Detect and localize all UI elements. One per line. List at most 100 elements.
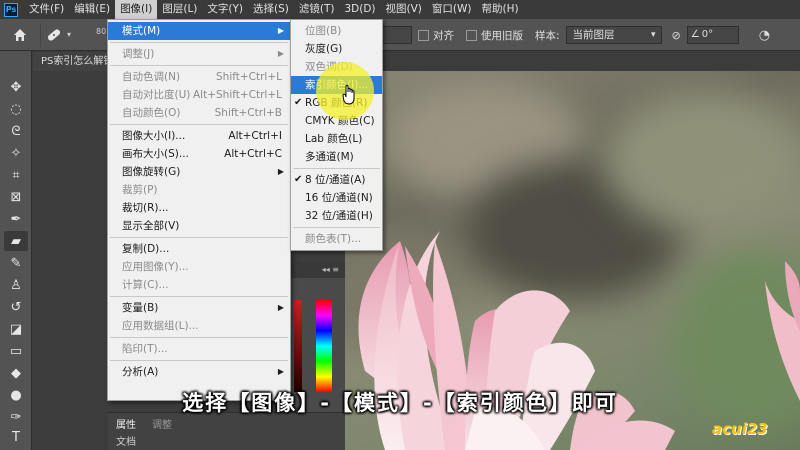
image-menu-item[interactable]: 画布大小(S)... Alt+Ctrl+C	[108, 145, 290, 163]
image-menu-item[interactable]: 复制(D)...	[108, 240, 290, 258]
lasso-tool-icon[interactable]: ᘓ	[4, 121, 28, 141]
menu-item-label: 复制(D)...	[122, 243, 170, 255]
frame-tool-icon[interactable]: ⊠	[4, 187, 28, 207]
image-menu-item: 计算(C)...	[108, 276, 290, 294]
menu-item-label: 32 位/通道(H)	[305, 210, 373, 222]
hue-slider[interactable]	[316, 300, 332, 392]
menu-window[interactable]: 窗口(W)	[427, 0, 477, 19]
menu-item-label: 变量(B)	[122, 302, 159, 314]
menu-item-label: 自动对比度(U)	[122, 89, 191, 101]
menu-type[interactable]: 文字(Y)	[202, 0, 248, 19]
type-tool-icon[interactable]: T	[4, 427, 28, 447]
history-brush-icon[interactable]: ↺	[4, 297, 28, 317]
sample-value: 当前图层	[572, 29, 615, 41]
menu-select[interactable]: 选择(S)	[248, 0, 294, 19]
mode-menu-item[interactable]: 灰度(G)	[291, 40, 382, 58]
image-menu-item[interactable]: 图像旋转(G) ▶	[108, 163, 290, 181]
watermark-logo: acui23	[712, 420, 768, 438]
menu-item-shortcut: Alt+Ctrl+I	[228, 130, 282, 142]
mode-menu-item[interactable]: ✔ 8 位/通道(A)	[291, 171, 382, 189]
chevron-down-icon: ▾	[67, 30, 72, 39]
menu-item-label: 显示全部(V)	[122, 220, 180, 232]
menu-separator	[110, 65, 288, 66]
menu-item-label: 画布大小(S)...	[122, 148, 189, 160]
menu-3d[interactable]: 3D(D)	[339, 0, 380, 19]
menu-separator	[110, 124, 288, 125]
menu-item-label: 图像大小(I)...	[122, 130, 186, 142]
image-menu-item[interactable]: 分析(A) ▶	[108, 363, 290, 381]
color-field[interactable]	[294, 300, 302, 392]
menu-item-label: 16 位/通道(N)	[305, 192, 373, 204]
tab-adjustments[interactable]: 调整	[144, 416, 180, 431]
align-label: 对齐	[433, 29, 454, 42]
menu-item-label: 8 位/通道(A)	[305, 174, 366, 186]
mode-menu-item: 颜色表(T)...	[291, 230, 382, 248]
align-checkbox[interactable]: 对齐	[418, 28, 454, 43]
menu-item-label: 模式(M)	[122, 25, 161, 37]
tools-panel: ✥ ◌ ᘓ ✧ ⌗ ⊠ ✒ ▰ ✎ ♙ ↺ ◪ ▭ ◆ ● ✑ T	[0, 51, 32, 450]
menu-edit[interactable]: 编辑(E)	[69, 0, 115, 19]
image-menu-item: 自动色调(N) Shift+Ctrl+L	[108, 68, 290, 86]
home-icon[interactable]	[6, 21, 34, 49]
gradient-tool-icon[interactable]: ▭	[4, 341, 28, 361]
legacy-checkbox[interactable]: 使用旧版	[466, 28, 523, 43]
mode-menu-item[interactable]: 32 位/通道(H)	[291, 207, 382, 225]
menu-item-label: 自动颜色(O)	[122, 107, 181, 119]
image-menu-item[interactable]: 图像大小(I)... Alt+Ctrl+I	[108, 127, 290, 145]
eyedropper-tool-icon[interactable]: ✒	[4, 209, 28, 229]
mode-menu-item[interactable]: Lab 颜色(L)	[291, 130, 382, 148]
image-menu-item[interactable]: 变量(B) ▶	[108, 299, 290, 317]
menu-help[interactable]: 帮助(H)	[477, 0, 524, 19]
marquee-tool-icon[interactable]: ◌	[4, 99, 28, 119]
menu-separator	[110, 42, 288, 43]
pressure-icon[interactable]: ◔	[759, 28, 770, 43]
tool-preset-picker[interactable]: ▾	[40, 22, 74, 47]
move-tool-icon[interactable]: ✥	[4, 77, 28, 97]
angle-icon: ∠	[690, 29, 700, 40]
crop-tool-icon[interactable]: ⌗	[4, 165, 28, 185]
properties-panel: 属性 调整 文档	[108, 412, 345, 450]
menu-filter[interactable]: 滤镜(T)	[294, 0, 340, 19]
submenu-arrow-icon: ▶	[277, 167, 284, 176]
healing-brush-tool-icon[interactable]: ▰	[4, 231, 28, 251]
sample-select[interactable]: 当前图层 ▾	[565, 26, 662, 44]
image-menu-item: 自动对比度(U) Alt+Shift+Ctrl+L	[108, 86, 290, 104]
mode-menu-item[interactable]: 16 位/通道(N)	[291, 189, 382, 207]
pen-tool-icon[interactable]: ✑	[4, 407, 28, 427]
magic-wand-icon[interactable]: ✧	[4, 143, 28, 163]
eraser-tool-icon[interactable]: ◪	[4, 319, 28, 339]
menu-separator	[110, 237, 288, 238]
menu-file[interactable]: 文件(F)	[24, 0, 69, 19]
menu-item-label: 灰度(G)	[305, 43, 343, 55]
menu-layer[interactable]: 图层(L)	[157, 0, 202, 19]
image-menu-item: 调整(J) ▶	[108, 45, 290, 63]
mode-menu-item: 位图(B)	[291, 22, 382, 40]
menu-item-shortcut: Alt+Shift+Ctrl+L	[192, 89, 282, 101]
image-menu-item[interactable]: 显示全部(V)	[108, 217, 290, 235]
menu-view[interactable]: 视图(V)	[381, 0, 427, 19]
dodge-tool-icon[interactable]: ●	[4, 385, 28, 405]
menu-separator	[110, 360, 288, 361]
angle-value: 0°	[701, 29, 714, 40]
mode-menu-item[interactable]: 多通道(M)	[291, 148, 382, 166]
tutorial-subtitle: 选择【图像】-【模式】-【索引颜色】即可	[182, 391, 618, 415]
brush-tool-icon[interactable]: ✎	[4, 253, 28, 273]
tab-properties[interactable]: 属性	[108, 416, 144, 431]
clone-stamp-icon[interactable]: ♙	[4, 275, 28, 295]
submenu-arrow-icon: ▶	[277, 303, 284, 312]
mode-submenu: 位图(B)灰度(G)双色调(D)索引颜色(I)...✔RGB 颜色(R)CMYK…	[290, 19, 383, 251]
photoshop-logo-icon: Ps	[4, 2, 18, 17]
image-menu-item[interactable]: 裁切(R)...	[108, 199, 290, 217]
menu-separator	[110, 296, 288, 297]
image-menu-item[interactable]: 模式(M) ▶	[108, 22, 290, 40]
panel-collapse-icon[interactable]: ◂◂ ≡	[291, 262, 345, 278]
menu-item-label: 计算(C)...	[122, 279, 169, 291]
mode-field[interactable]	[380, 26, 412, 44]
menu-item-label: 颜色表(T)...	[305, 233, 362, 245]
menu-image[interactable]: 图像(I)	[115, 0, 158, 19]
angle-field[interactable]: ∠ 0°	[686, 26, 739, 44]
healing-brush-icon	[47, 28, 61, 41]
menu-item-shortcut: Shift+Ctrl+B	[214, 107, 282, 119]
ignore-adjust-icon[interactable]: ⊘	[672, 29, 681, 42]
blur-tool-icon[interactable]: ◆	[4, 363, 28, 383]
